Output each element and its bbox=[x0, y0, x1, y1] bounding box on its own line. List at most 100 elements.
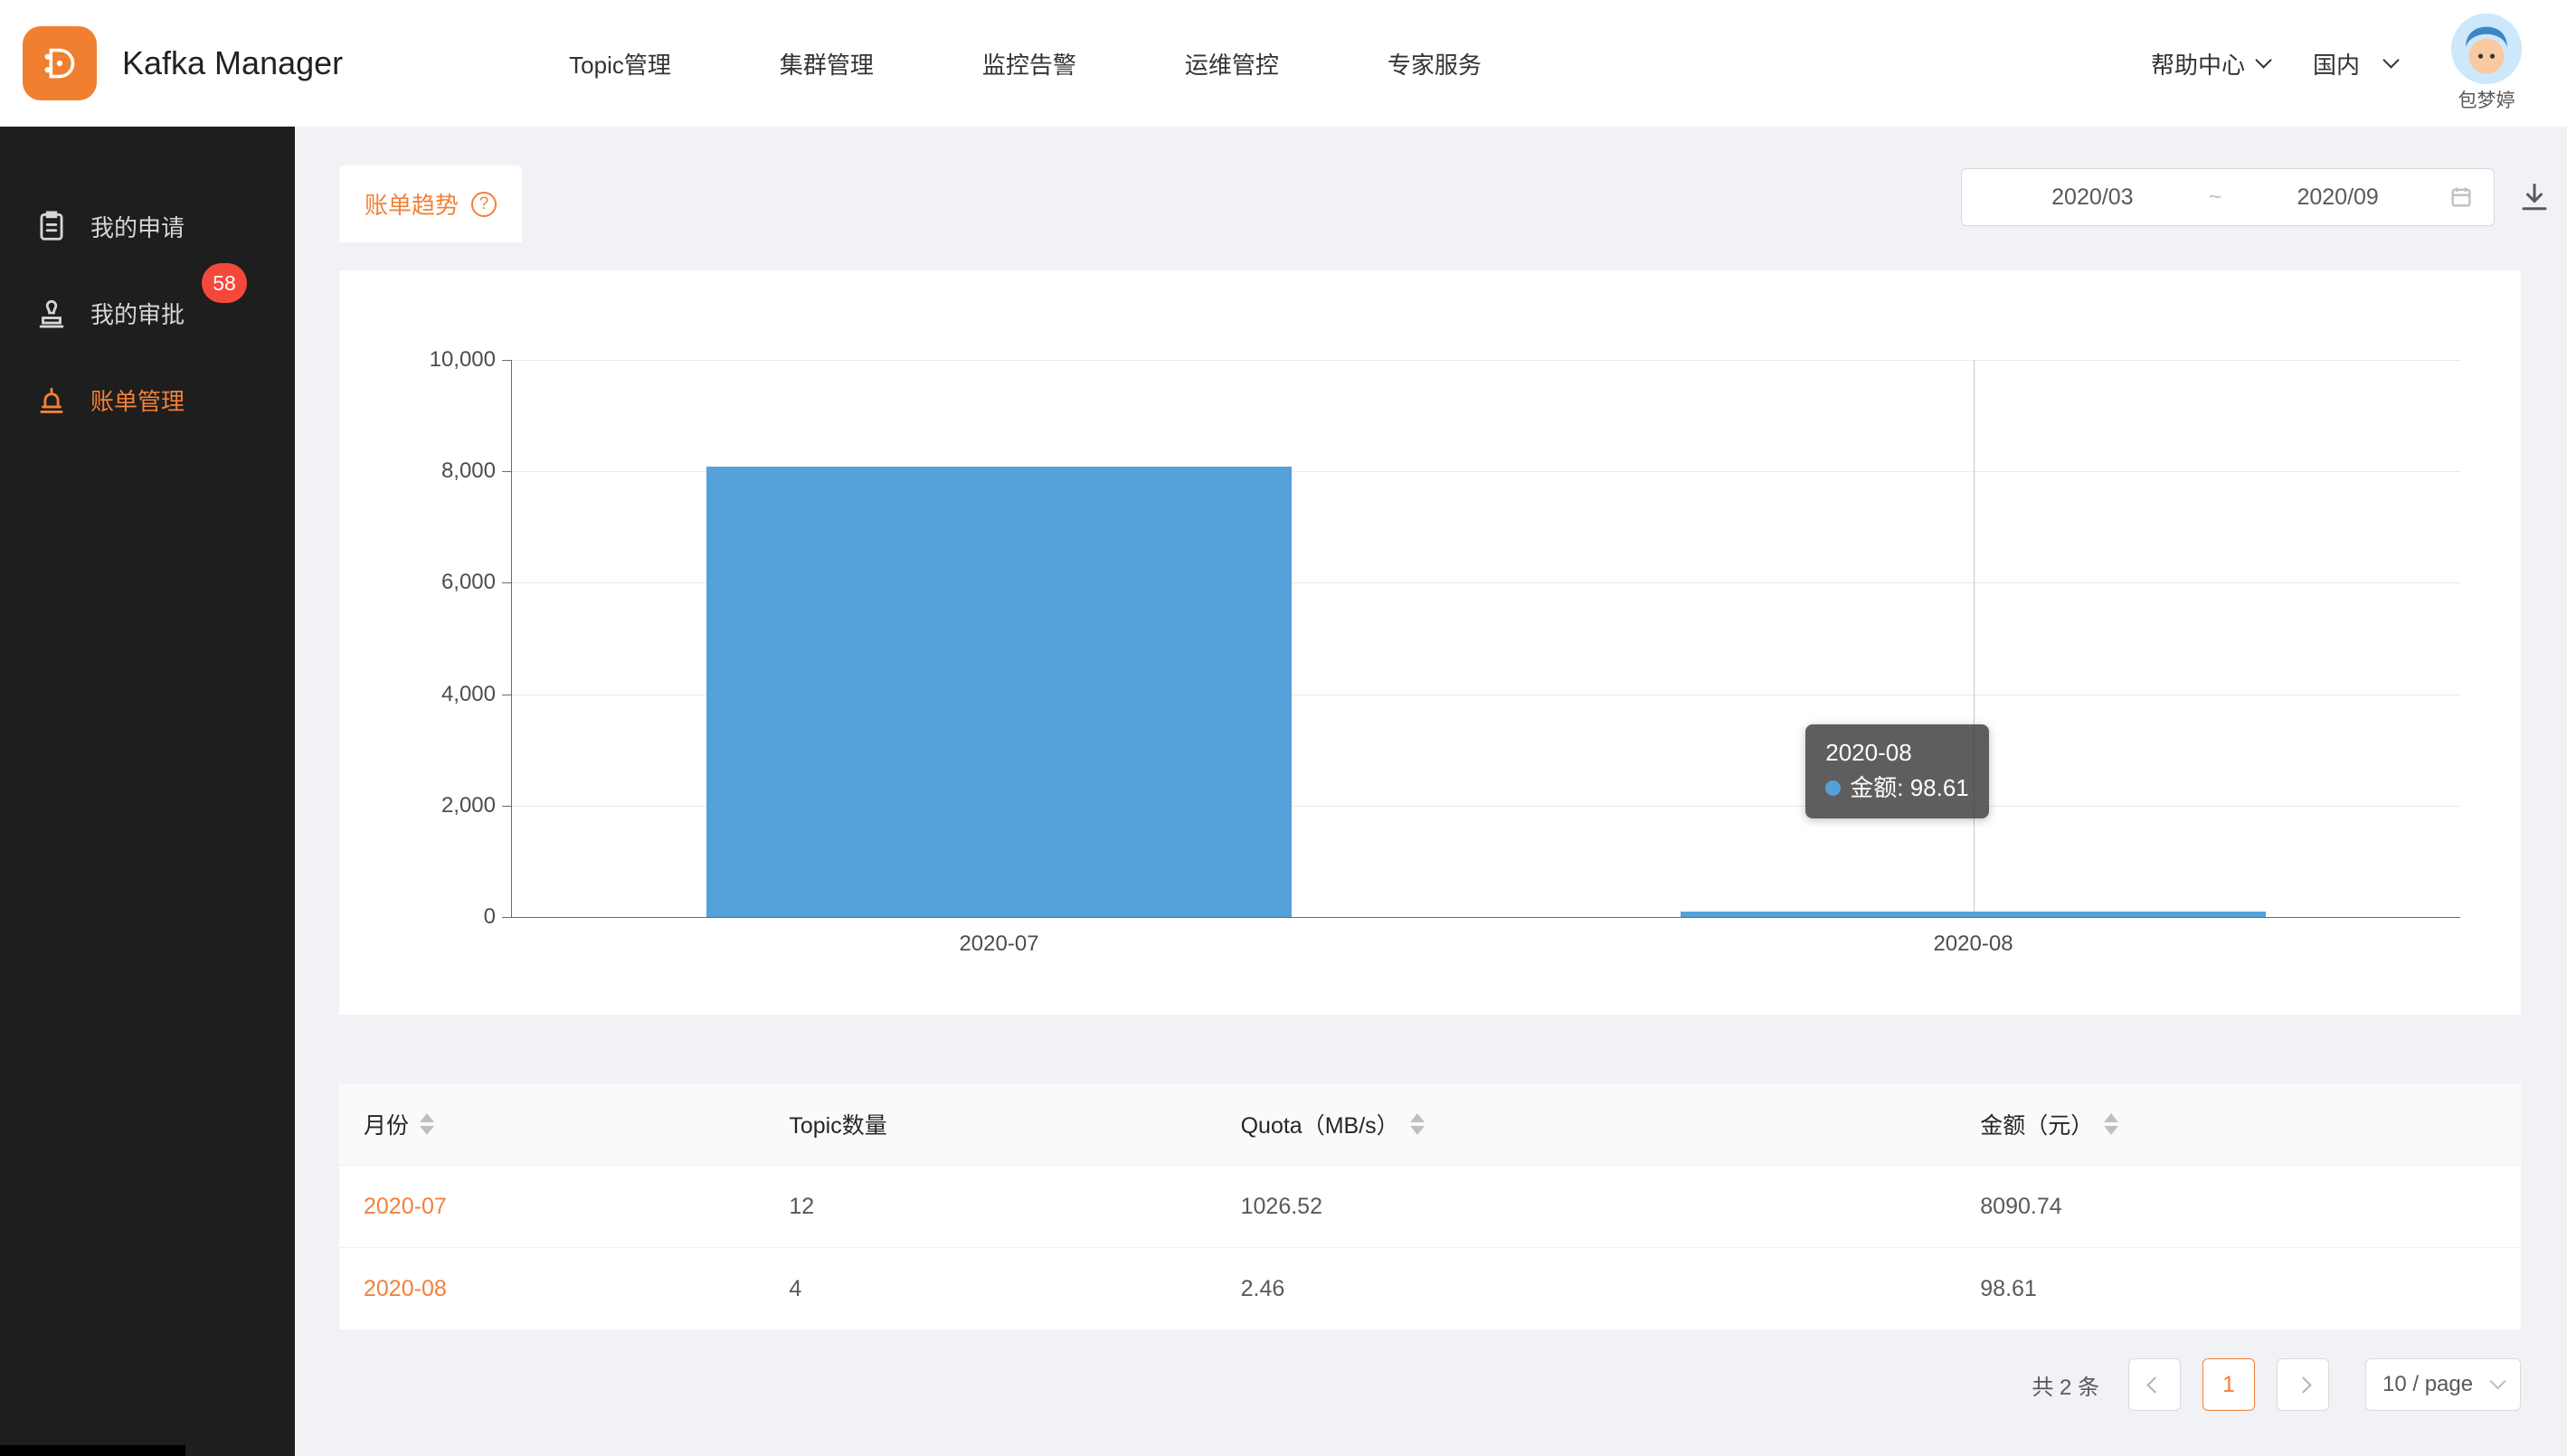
x-axis-label: 2020-07 bbox=[959, 931, 1038, 957]
nav-cluster-management[interactable]: 集群管理 bbox=[780, 47, 874, 80]
column-header-month[interactable]: 月份 bbox=[339, 1108, 764, 1140]
chevron-right-icon bbox=[2295, 1376, 2311, 1393]
username: 包梦婷 bbox=[2458, 86, 2515, 113]
header-right: 帮助中心 国内 包梦婷 bbox=[2151, 14, 2522, 113]
tooltip-title: 2020-08 bbox=[1825, 735, 1969, 771]
y-axis-label: 10,000 bbox=[430, 347, 496, 373]
y-axis-label: 0 bbox=[484, 904, 496, 930]
next-page-button[interactable] bbox=[2277, 1358, 2329, 1411]
y-axis-tick bbox=[502, 360, 512, 361]
bill-table: 月份 Topic数量 Quota（MB/s） 金额（元） 2020-07 12 … bbox=[339, 1083, 2521, 1329]
chart-crosshair-line bbox=[1974, 360, 1975, 917]
column-header-topic-count: Topic数量 bbox=[764, 1108, 1216, 1140]
download-button[interactable] bbox=[2518, 181, 2551, 213]
table-row: 2020-07 12 1026.52 8090.74 bbox=[339, 1165, 2521, 1247]
nav-monitor-alert[interactable]: 监控告警 bbox=[982, 47, 1076, 80]
month-link[interactable]: 2020-07 bbox=[364, 1194, 447, 1220]
topic-count-cell: 4 bbox=[764, 1276, 1216, 1302]
sidebar-item-my-applications[interactable]: 我的申请 bbox=[0, 183, 295, 269]
question-circle-icon[interactable] bbox=[471, 192, 497, 217]
chart-tooltip: 2020-08 金额: 98.61 bbox=[1805, 724, 1989, 818]
app-title: Kafka Manager bbox=[122, 44, 343, 82]
quota-cell: 1026.52 bbox=[1217, 1194, 1956, 1220]
date-separator: ~ bbox=[2203, 184, 2228, 211]
chevron-left-icon bbox=[2146, 1376, 2163, 1393]
month-link[interactable]: 2020-08 bbox=[364, 1276, 447, 1302]
gridline bbox=[512, 360, 2460, 361]
approvals-count-badge: 58 bbox=[202, 263, 247, 303]
sidebar-item-my-approvals[interactable]: 我的审批 58 bbox=[0, 269, 295, 356]
sort-carets-icon[interactable] bbox=[2104, 1113, 2118, 1135]
total-count-label: 共 2 条 bbox=[2032, 1369, 2099, 1401]
top-nav: Topic管理 集群管理 监控告警 运维管控 专家服务 bbox=[569, 47, 1482, 80]
column-label: 金额（元） bbox=[1980, 1108, 2093, 1140]
topic-count-cell: 12 bbox=[764, 1194, 1216, 1220]
date-range-picker[interactable]: 2020/03 ~ 2020/09 bbox=[1961, 168, 2495, 226]
chevron-down-icon bbox=[2255, 52, 2271, 68]
y-axis-tick bbox=[502, 917, 512, 918]
bill-trend-chart-card: 10,000 8,000 6,000 4,000 2,000 0 2020-07… bbox=[339, 270, 2521, 1015]
y-axis-tick bbox=[502, 806, 512, 807]
sidebar-item-label: 我的申请 bbox=[90, 210, 185, 243]
table-row: 2020-08 4 2.46 98.61 bbox=[339, 1247, 2521, 1329]
sidebar-item-bill-management[interactable]: 账单管理 bbox=[0, 356, 295, 443]
column-header-quota[interactable]: Quota（MB/s） bbox=[1217, 1108, 1956, 1140]
column-label: Topic数量 bbox=[789, 1108, 886, 1140]
prev-page-button[interactable] bbox=[2128, 1358, 2181, 1411]
sidebar: 我的申请 我的审批 58 账单管理 bbox=[0, 127, 295, 1456]
series-dot-icon bbox=[1825, 780, 1841, 796]
region-label: 国内 bbox=[2313, 47, 2360, 80]
date-start[interactable]: 2020/03 bbox=[1982, 184, 2203, 211]
download-icon bbox=[2518, 181, 2551, 213]
table-header-row: 月份 Topic数量 Quota（MB/s） 金额（元） bbox=[339, 1083, 2521, 1165]
sort-carets-icon[interactable] bbox=[420, 1113, 434, 1135]
page-number-button[interactable]: 1 bbox=[2202, 1358, 2255, 1411]
page-size-label: 10 / page bbox=[2382, 1372, 2473, 1397]
quota-cell: 2.46 bbox=[1217, 1276, 1956, 1302]
tab-bill-trend[interactable]: 账单趋势 bbox=[339, 165, 522, 242]
nav-ops-control[interactable]: 运维管控 bbox=[1185, 47, 1279, 80]
sort-carets-icon[interactable] bbox=[1410, 1113, 1425, 1135]
y-axis-tick bbox=[502, 471, 512, 472]
x-axis-label: 2020-08 bbox=[1933, 931, 2013, 957]
y-axis-label: 2,000 bbox=[441, 793, 496, 818]
app-header: Kafka Manager Topic管理 集群管理 监控告警 运维管控 专家服… bbox=[0, 0, 2567, 127]
sidebar-item-label: 账单管理 bbox=[90, 383, 185, 417]
chevron-down-icon bbox=[2382, 52, 2399, 68]
column-label: Quota（MB/s） bbox=[1241, 1108, 1399, 1140]
kafka-manager-logo-icon bbox=[23, 26, 97, 100]
amount-cell: 8090.74 bbox=[1956, 1194, 2521, 1220]
avatar bbox=[2451, 14, 2522, 84]
bar-2020-07[interactable] bbox=[706, 467, 1291, 917]
amount-cell: 98.61 bbox=[1956, 1276, 2521, 1302]
sidebar-bottom-strip bbox=[0, 1445, 185, 1456]
y-axis-label: 4,000 bbox=[441, 682, 496, 707]
tab-label: 账单趋势 bbox=[365, 187, 459, 221]
y-axis-tick bbox=[502, 582, 512, 583]
region-selector[interactable]: 国内 bbox=[2313, 47, 2397, 80]
chevron-down-icon bbox=[2489, 1373, 2505, 1389]
help-center-label: 帮助中心 bbox=[2151, 47, 2245, 80]
bill-alarm-icon bbox=[34, 383, 69, 417]
sidebar-item-label: 我的审批 bbox=[90, 297, 185, 330]
pagination: 共 2 条 1 10 / page bbox=[339, 1358, 2521, 1411]
column-label: 月份 bbox=[364, 1108, 409, 1140]
y-axis-label: 8,000 bbox=[441, 459, 496, 484]
y-axis-label: 6,000 bbox=[441, 570, 496, 595]
clipboard-icon bbox=[34, 209, 69, 243]
toolbar: 账单趋势 2020/03 ~ 2020/09 bbox=[339, 165, 2551, 242]
calendar-icon bbox=[2449, 184, 2474, 210]
main-content: 账单趋势 2020/03 ~ 2020/09 bbox=[295, 127, 2567, 1456]
tooltip-item: 金额: 98.61 bbox=[1825, 771, 1969, 806]
nav-topic-management[interactable]: Topic管理 bbox=[569, 47, 671, 80]
page-size-select[interactable]: 10 / page bbox=[2365, 1358, 2521, 1411]
nav-expert-service[interactable]: 专家服务 bbox=[1388, 47, 1482, 80]
bar-chart-plot-area: 10,000 8,000 6,000 4,000 2,000 0 2020-07… bbox=[511, 360, 2460, 918]
tooltip-value: 金额: 98.61 bbox=[1850, 774, 1969, 801]
column-header-amount[interactable]: 金额（元） bbox=[1956, 1108, 2521, 1140]
help-center-menu[interactable]: 帮助中心 bbox=[2151, 47, 2269, 80]
stamp-icon bbox=[34, 296, 69, 330]
user-menu[interactable]: 包梦婷 bbox=[2451, 14, 2522, 113]
bar-2020-08[interactable] bbox=[1681, 912, 2265, 917]
date-end[interactable]: 2020/09 bbox=[2227, 184, 2449, 211]
